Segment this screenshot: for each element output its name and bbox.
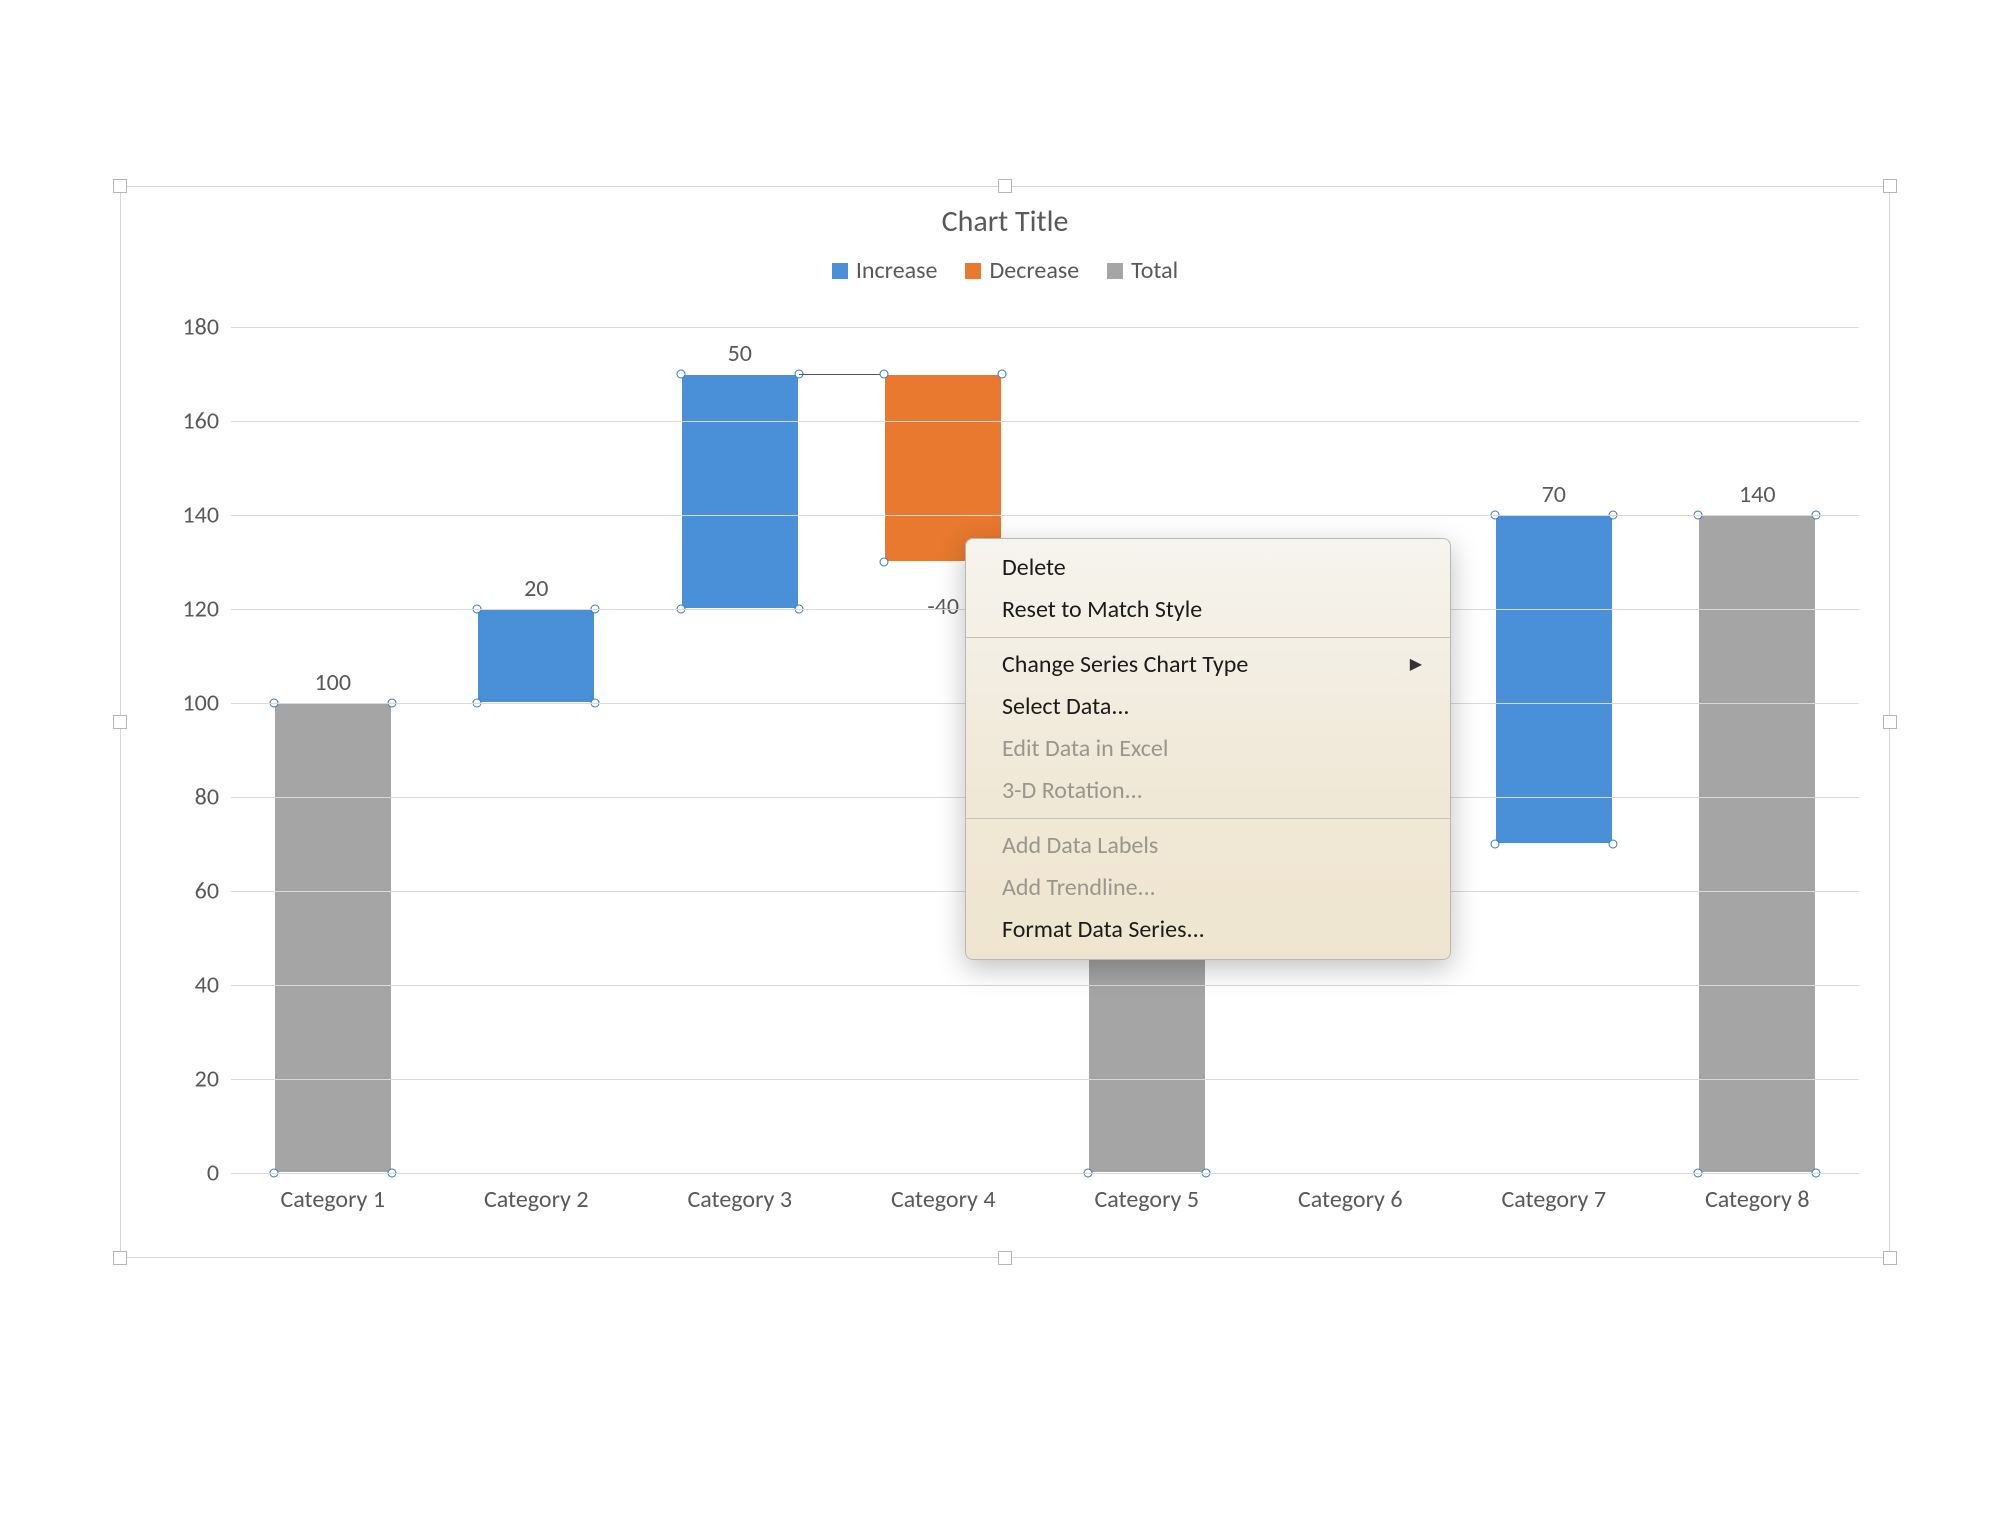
data-label: 100 <box>315 668 352 697</box>
legend-swatch-icon <box>832 263 848 279</box>
y-axis-tick: 100 <box>183 689 220 718</box>
menu-item-add-data-labels: Add Data Labels <box>966 825 1450 867</box>
selection-handle[interactable] <box>113 179 127 193</box>
y-axis-tick: 180 <box>183 313 220 342</box>
chart-legend[interactable]: Increase Decrease Total <box>121 256 1889 285</box>
x-axis-label: Category 6 <box>1298 1185 1403 1214</box>
data-label: 50 <box>728 339 752 368</box>
series-selection-handle[interactable] <box>676 370 685 379</box>
series-selection-handle[interactable] <box>880 558 889 567</box>
selection-handle[interactable] <box>113 715 127 729</box>
legend-label: Decrease <box>989 256 1079 285</box>
bar-category-8[interactable] <box>1698 515 1816 1173</box>
y-axis-tick: 120 <box>183 595 220 624</box>
context-menu[interactable]: Delete Reset to Match Style Change Series … <box>965 538 1451 960</box>
menu-item-label: Format Data Series... <box>1002 913 1205 947</box>
bar-category-1[interactable] <box>274 703 392 1173</box>
x-axis-label: Category 2 <box>484 1185 589 1214</box>
legend-item-total[interactable]: Total <box>1107 256 1178 285</box>
chart-title[interactable]: Chart Title <box>121 203 1889 240</box>
menu-item-label: Reset to Match Style <box>1002 593 1202 627</box>
menu-item-add-trendline: Add Trendline... <box>966 867 1450 909</box>
menu-item-delete[interactable]: Delete <box>966 547 1450 589</box>
legend-label: Total <box>1131 256 1178 285</box>
menu-item-select-data[interactable]: Select Data... <box>966 686 1450 728</box>
data-label: 70 <box>1542 480 1566 509</box>
x-axis-label: Category 4 <box>891 1185 996 1214</box>
data-label: 20 <box>524 574 548 603</box>
grid-line <box>231 1079 1859 1080</box>
bar-category-4[interactable] <box>884 374 1002 562</box>
menu-item-label: Edit Data in Excel <box>1002 732 1168 766</box>
menu-item-label: Add Trendline... <box>1002 871 1156 905</box>
grid-line <box>231 1173 1859 1174</box>
bar-category-7[interactable] <box>1495 515 1613 844</box>
selection-handle[interactable] <box>1883 1251 1897 1265</box>
y-axis-tick: 60 <box>195 877 219 906</box>
legend-swatch-icon <box>965 263 981 279</box>
x-axis-label: Category 3 <box>687 1185 792 1214</box>
y-axis-tick: 0 <box>207 1159 219 1188</box>
connector-line <box>799 374 884 375</box>
menu-separator <box>966 637 1450 638</box>
series-selection-handle[interactable] <box>998 370 1007 379</box>
bar-category-3[interactable] <box>681 374 799 609</box>
y-axis-tick: 160 <box>183 407 220 436</box>
selection-handle[interactable] <box>113 1251 127 1265</box>
series-selection-handle[interactable] <box>1608 840 1617 849</box>
menu-item-label: Select Data... <box>1002 690 1130 724</box>
chevron-right-icon: ▶ <box>1410 648 1422 682</box>
menu-item-label: Add Data Labels <box>1002 829 1158 863</box>
x-axis-label: Category 7 <box>1501 1185 1606 1214</box>
legend-item-increase[interactable]: Increase <box>832 256 938 285</box>
selection-handle[interactable] <box>1883 179 1897 193</box>
grid-line <box>231 421 1859 422</box>
series-selection-handle[interactable] <box>880 370 889 379</box>
menu-item-label: Change Series Chart Type <box>1002 648 1248 682</box>
legend-item-decrease[interactable]: Decrease <box>965 256 1079 285</box>
data-label: 140 <box>1739 480 1776 509</box>
menu-item-label: 3-D Rotation... <box>1002 774 1143 808</box>
selection-handle[interactable] <box>998 179 1012 193</box>
y-axis-tick: 140 <box>183 501 220 530</box>
menu-item-edit-data-in-excel: Edit Data in Excel <box>966 728 1450 770</box>
grid-line <box>231 327 1859 328</box>
selection-handle[interactable] <box>1883 715 1897 729</box>
menu-item-reset-to-match-style[interactable]: Reset to Match Style <box>966 589 1450 631</box>
data-label: -40 <box>927 592 959 621</box>
x-axis-label: Category 1 <box>280 1185 385 1214</box>
x-axis-label: Category 5 <box>1094 1185 1199 1214</box>
grid-line <box>231 985 1859 986</box>
y-axis-tick: 40 <box>195 971 219 1000</box>
x-axis: Category 1 Category 2 Category 3 Category 4… <box>231 1185 1859 1219</box>
grid-line <box>231 515 1859 516</box>
series-selection-handle[interactable] <box>1490 840 1499 849</box>
x-axis-label: Category 8 <box>1705 1185 1810 1214</box>
menu-item-label: Delete <box>1002 551 1066 585</box>
y-axis-tick: 80 <box>195 783 219 812</box>
menu-item-format-data-series[interactable]: Format Data Series... <box>966 909 1450 951</box>
bar-category-2[interactable] <box>477 609 595 703</box>
y-axis-tick: 20 <box>195 1065 219 1094</box>
menu-separator <box>966 818 1450 819</box>
legend-swatch-icon <box>1107 263 1123 279</box>
menu-item-change-series-chart-type[interactable]: Change Series Chart Type ▶ <box>966 644 1450 686</box>
legend-label: Increase <box>856 256 938 285</box>
selection-handle[interactable] <box>998 1251 1012 1265</box>
menu-item-3-d-rotation: 3-D Rotation... <box>966 770 1450 812</box>
